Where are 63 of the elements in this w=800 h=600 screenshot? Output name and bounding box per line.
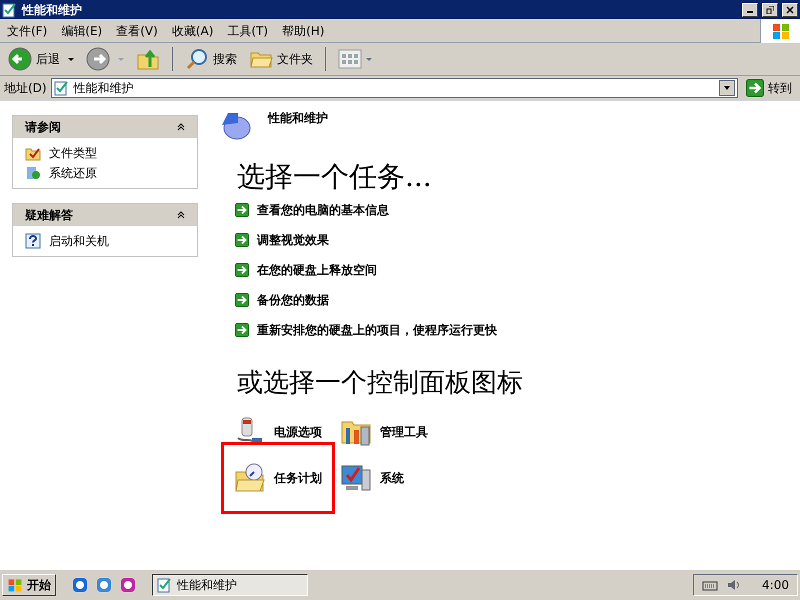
- close-icon: [786, 6, 794, 14]
- folder-clock-icon: [234, 462, 266, 494]
- minimize-button[interactable]: [742, 2, 758, 16]
- task-link[interactable]: 备份您的数据: [235, 291, 800, 309]
- search-button[interactable]: 搜索: [181, 45, 241, 73]
- window-title: 性能和维护: [22, 2, 83, 18]
- go-button[interactable]: 转到: [742, 79, 796, 97]
- collapse-chevron-icon[interactable]: [177, 211, 185, 219]
- task-arrow-icon: [235, 323, 249, 337]
- menu-item[interactable]: 工具(T): [220, 22, 276, 40]
- folders-button[interactable]: 文件夹: [245, 45, 317, 73]
- minimize-icon: [747, 11, 753, 13]
- address-label: 地址(D): [4, 80, 47, 97]
- taskbar-window-button[interactable]: 性能和维护: [152, 574, 308, 596]
- dropdown-caret-icon: [118, 58, 124, 60]
- icon-heading: 或选择一个控制面板图标: [237, 367, 524, 400]
- menu-item[interactable]: 帮助(H): [275, 22, 332, 40]
- panel-header[interactable]: 请参阅: [13, 116, 197, 138]
- grid-icon: [338, 49, 362, 69]
- menu-item[interactable]: 查看(V): [109, 22, 165, 40]
- menu-item[interactable]: 文件(F): [0, 22, 54, 40]
- address-field[interactable]: 性能和维护: [50, 78, 738, 98]
- windows-flag-icon: [7, 577, 23, 593]
- task-heading: 选择一个任务...: [237, 159, 433, 195]
- task-arrow-icon: [235, 293, 249, 307]
- help-icon: [25, 233, 41, 249]
- task-link[interactable]: 重新安排您的硬盘上的项目，使程序运行更快: [235, 321, 800, 339]
- go-arrow-icon: [746, 79, 764, 97]
- sidebar-link[interactable]: 文件类型: [25, 144, 185, 162]
- restore-button[interactable]: [762, 2, 778, 16]
- sidebar-link[interactable]: 启动和关机: [25, 232, 185, 250]
- panel-title: 请参阅: [25, 119, 61, 136]
- control-panel-item[interactable]: 系统: [340, 455, 404, 501]
- task-link[interactable]: 查看您的电脑的基本信息: [235, 201, 800, 219]
- start-button[interactable]: 开始: [2, 574, 56, 596]
- task-arrow-icon: [235, 263, 249, 277]
- sidebar-link[interactable]: 系统还原: [25, 164, 185, 182]
- control-panel-icon: [157, 577, 173, 593]
- category-header: 性能和维护: [268, 110, 328, 127]
- search-icon: [185, 47, 209, 71]
- task-link[interactable]: 在您的硬盘上释放空间: [235, 261, 800, 279]
- task-link[interactable]: 调整视觉效果: [235, 231, 800, 249]
- control-panel-item[interactable]: 任务计划: [234, 455, 322, 501]
- system-restore-icon: [25, 165, 41, 181]
- control-panel-icon: [2, 2, 18, 18]
- panel-header[interactable]: 疑难解答: [13, 204, 197, 226]
- control-panel-item[interactable]: 电源选项: [234, 409, 322, 455]
- menu-item[interactable]: 收藏(A): [164, 22, 220, 40]
- collapse-chevron-icon[interactable]: [177, 123, 185, 131]
- control-panel-item[interactable]: 管理工具: [340, 409, 428, 455]
- back-button[interactable]: 后退: [4, 45, 78, 73]
- dropdown-caret-icon: [68, 58, 74, 60]
- address-value: 性能和维护: [74, 80, 135, 97]
- restore-icon: [766, 6, 774, 14]
- task-arrow-icon: [235, 233, 249, 247]
- folder-up-arrow-icon: [136, 47, 160, 71]
- menu-item[interactable]: 编辑(E): [54, 22, 110, 40]
- control-panel-icon: [54, 80, 70, 96]
- dropdown-caret-icon: [366, 58, 372, 60]
- close-button[interactable]: [782, 2, 798, 16]
- clock: 4:00: [762, 577, 789, 594]
- task-arrow-icon: [235, 203, 249, 217]
- panel-title: 疑难解答: [25, 207, 73, 224]
